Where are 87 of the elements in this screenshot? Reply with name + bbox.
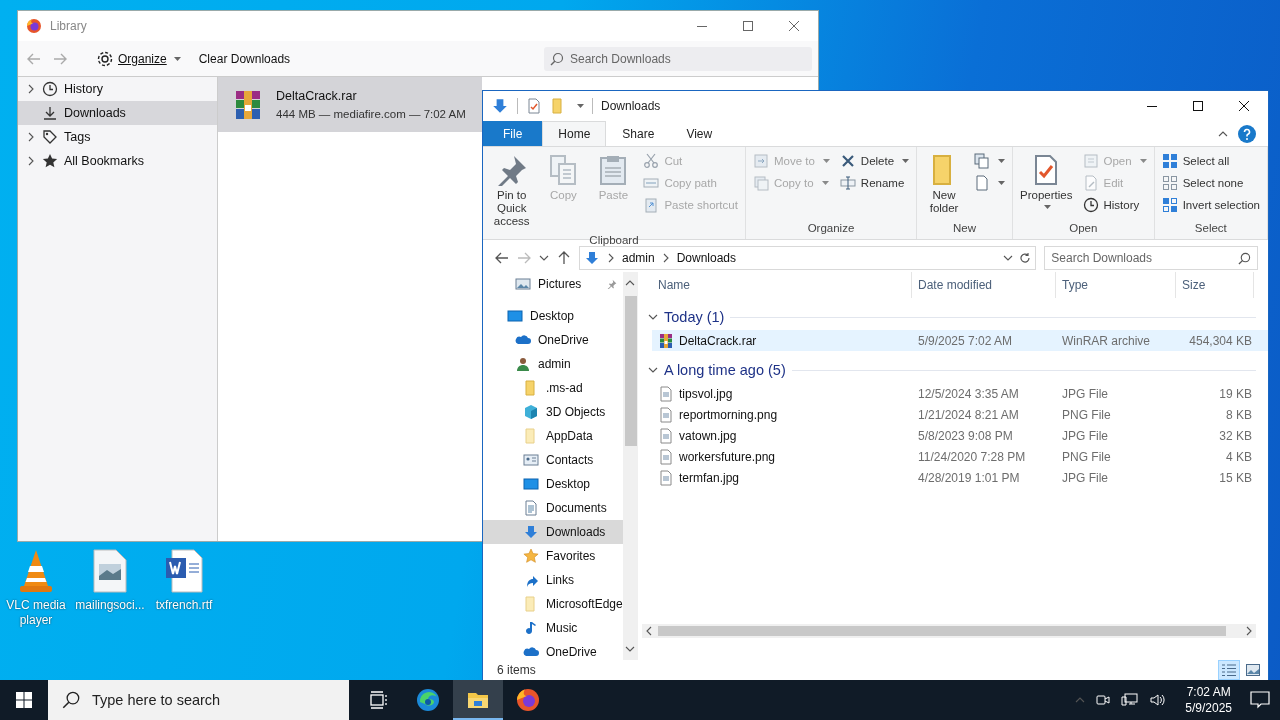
column-header[interactable]: Size — [1176, 272, 1254, 298]
type-cell-text: PNG File — [1061, 449, 1112, 464]
size-cell-text: 4 KB — [1225, 449, 1253, 464]
search-field[interactable]: Type here to search — [48, 680, 349, 720]
date-cell-text: 5/9/2025 7:02 AM — [917, 333, 1014, 348]
nav-item[interactable]: admin — [483, 352, 623, 376]
file-name: DeltaCrack.rar — [679, 333, 757, 348]
nav-item[interactable]: OneDrive — [483, 640, 623, 660]
file-row[interactable]: DeltaCrack.rar 5/9/2025 7:02 AM WinRAR archive 454,304 KB — [652, 330, 1268, 351]
type-cell-text: PNG File — [1061, 407, 1112, 422]
file-row[interactable]: tipsvol.jpg 12/5/2024 3:35 AM JPG File 19 KB — [652, 383, 1268, 404]
group-header[interactable]: Today (1) — [664, 309, 725, 325]
column-header[interactable]: Date modified — [912, 272, 1056, 298]
date-cell-text: 1/21/2024 8:21 AM — [917, 407, 1020, 422]
window-title: Downloads — [601, 99, 661, 113]
nav-item[interactable]: 3D Objects — [483, 400, 623, 424]
date-cell-text: 4/28/2019 1:01 PM — [917, 470, 1021, 485]
ribbon-group-label: Clipboard — [588, 233, 640, 248]
organize-menu-button[interactable]: Organize — [92, 46, 185, 71]
size-cell-text: 454,304 KB — [1188, 333, 1253, 348]
ribbon-button[interactable]: Invert selection — [1158, 195, 1263, 214]
ribbon-tab[interactable]: File — [483, 121, 543, 146]
nav-item[interactable]: Desktop — [483, 472, 623, 496]
ribbon-group-label: New — [952, 221, 978, 236]
group-header[interactable]: A long time ago (5) — [664, 362, 786, 378]
nav-item[interactable]: Desktop — [483, 304, 623, 328]
type-cell-text: JPG File — [1061, 386, 1109, 401]
ribbon-button[interactable]: Rename — [836, 173, 913, 192]
ribbon-button[interactable]: Pin to Quick access — [487, 151, 537, 231]
nav-item[interactable]: Links — [483, 568, 623, 592]
search-field[interactable]: Search Downloads — [544, 46, 812, 71]
file-row[interactable]: workersfuture.png 11/24/2020 7:28 PM PNG File 4 KB — [652, 446, 1268, 467]
nav-item[interactable]: AppData — [483, 424, 623, 448]
size-cell-text: 19 KB — [1218, 386, 1253, 401]
ribbon-button[interactable]: Properties — [1017, 151, 1076, 212]
ribbon-group-label: Organize — [806, 221, 856, 236]
ribbon-button[interactable]: Delete — [836, 151, 913, 170]
ribbon-group-label: Select — [1193, 221, 1228, 236]
window-title: Library — [50, 19, 87, 33]
nav-item[interactable]: Music — [483, 616, 623, 640]
nav-item[interactable]: .ms-ad — [483, 376, 623, 400]
type-cell-text: WinRAR archive — [1061, 333, 1152, 348]
type-cell-text: JPG File — [1061, 470, 1109, 485]
breadcrumb[interactable]: Downloads — [676, 251, 736, 265]
size-cell-text: 32 KB — [1218, 428, 1253, 443]
sidebar-item[interactable]: Tags — [18, 125, 217, 149]
ribbon-button[interactable]: New folder — [921, 151, 968, 218]
nav-item[interactable]: Contacts — [483, 448, 623, 472]
ribbon-group-label: Open — [1068, 221, 1099, 236]
file-row[interactable]: vatown.jpg 5/8/2023 9:08 PM JPG File 32 KB — [652, 425, 1268, 446]
ribbon-button[interactable]: History — [1079, 195, 1150, 214]
column-header[interactable]: Name — [652, 272, 912, 298]
nav-item[interactable]: Documents — [483, 496, 623, 520]
ribbon-button[interactable]: Select none — [1158, 173, 1263, 192]
sidebar-item[interactable]: Downloads — [18, 101, 217, 125]
ribbon-tab[interactable]: View — [670, 121, 729, 146]
nav-item[interactable]: Downloads — [483, 520, 623, 544]
file-row[interactable]: termfan.jpg 4/28/2019 1:01 PM JPG File 15 KB — [652, 467, 1268, 488]
sidebar-item[interactable]: History — [18, 77, 217, 101]
download-item[interactable]: DeltaCrack.rar 444 MB — mediafire.com — 7:02 AM — [218, 77, 482, 132]
item-count: 6 items — [497, 663, 536, 677]
file-name: termfan.jpg — [679, 470, 740, 485]
breadcrumb[interactable]: admin — [621, 251, 655, 265]
ribbon-tab[interactable]: Home — [542, 121, 607, 146]
column-header[interactable]: Type — [1056, 272, 1176, 298]
file-name: tipsvol.jpg — [679, 386, 733, 401]
search-field[interactable]: Search Downloads — [1044, 246, 1258, 270]
file-name: vatown.jpg — [679, 428, 737, 443]
nav-item[interactable]: Favorites — [483, 544, 623, 568]
clock[interactable]: 7:02 AM 5/9/2025 — [1185, 684, 1232, 716]
date-cell-text: 12/5/2024 3:35 AM — [917, 386, 1020, 401]
size-cell-text: 15 KB — [1218, 470, 1253, 485]
clear-downloads-button[interactable]: Clear Downloads — [194, 48, 295, 69]
nav-item[interactable]: MicrosoftEdge — [483, 592, 623, 616]
sidebar-item[interactable]: All Bookmarks — [18, 149, 217, 173]
nav-item[interactable]: Pictures — [483, 272, 623, 296]
ribbon-tab[interactable]: Share — [606, 121, 671, 146]
ribbon-button[interactable]: Select all — [1158, 151, 1263, 170]
date-cell-text: 5/8/2023 9:08 PM — [917, 428, 1014, 443]
file-name: workersfuture.png — [679, 449, 776, 464]
size-cell-text: 8 KB — [1225, 407, 1253, 422]
file-row[interactable]: reportmorning.png 1/21/2024 8:21 AM PNG File 8 KB — [652, 404, 1268, 425]
date-cell-text: 11/24/2020 7:28 PM — [917, 449, 1027, 464]
nav-item[interactable]: OneDrive — [483, 328, 623, 352]
file-name: reportmorning.png — [679, 407, 778, 422]
address-bar[interactable]: admin Downloads — [578, 246, 1037, 270]
type-cell-text: JPG File — [1061, 428, 1109, 443]
